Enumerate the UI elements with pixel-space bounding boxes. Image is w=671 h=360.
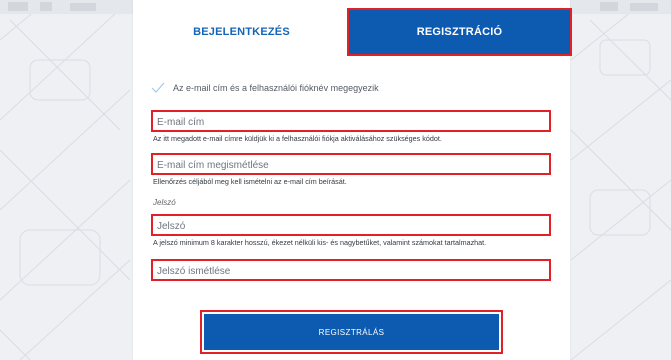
check-icon	[151, 82, 165, 93]
email-confirm-hint: Ellenőrzés céljából meg kell ismételni a…	[153, 177, 347, 186]
submit-highlight: REGISZTRÁLÁS	[200, 310, 503, 354]
email-field[interactable]	[153, 113, 549, 132]
same-username-label: Az e-mail cím és a felhasználói fióknév …	[173, 82, 379, 93]
password-section-label: Jelszó	[153, 198, 176, 207]
email-confirm-field[interactable]	[153, 156, 549, 175]
registration-card: BEJELENTKEZÉS REGISZTRÁCIÓ Az e-mail cím…	[133, 0, 572, 360]
email-field-wrapper	[151, 110, 551, 132]
email-confirm-field-wrapper	[151, 153, 551, 175]
password-confirm-field-wrapper	[151, 259, 551, 281]
password-field-wrapper	[151, 214, 551, 236]
register-submit-button[interactable]: REGISZTRÁLÁS	[204, 314, 499, 350]
same-username-checkbox[interactable]: Az e-mail cím és a felhasználói fióknév …	[151, 82, 379, 93]
password-confirm-field[interactable]	[153, 262, 549, 281]
tab-login-label: BEJELENTKEZÉS	[193, 26, 290, 38]
password-hint: A jelszó minimum 8 karakter hosszú, ékez…	[153, 238, 487, 247]
email-hint: Az itt megadott e-mail címre küldjük ki …	[153, 134, 442, 143]
tab-register[interactable]: REGISZTRÁCIÓ	[347, 8, 572, 56]
tab-register-label: REGISZTRÁCIÓ	[416, 26, 503, 38]
tab-login[interactable]: BEJELENTKEZÉS	[133, 10, 350, 54]
password-field[interactable]	[153, 217, 549, 236]
